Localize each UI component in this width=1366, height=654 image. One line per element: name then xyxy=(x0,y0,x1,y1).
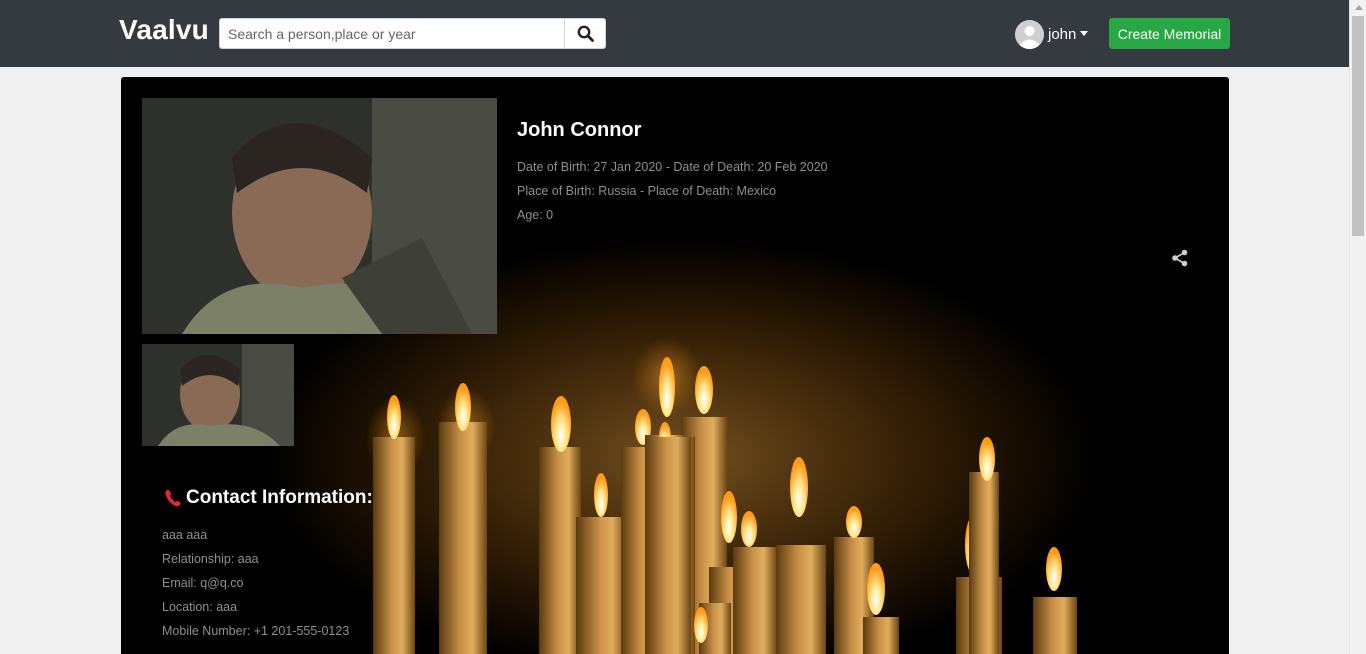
contact-header: Contact Information: xyxy=(163,487,373,509)
navbar: Vaalvu john Create Memorial xyxy=(0,0,1349,67)
portrait-image xyxy=(142,98,497,334)
contact-location: Location: aaa xyxy=(162,600,238,614)
scroll-up-arrow-icon[interactable] xyxy=(1355,5,1363,10)
memorial-thumbnail[interactable] xyxy=(142,344,294,446)
caret-down-icon xyxy=(1080,30,1089,36)
avatar xyxy=(1015,19,1044,49)
memorial-main-photo xyxy=(142,98,497,334)
search-bar xyxy=(219,18,606,49)
search-icon xyxy=(577,25,594,42)
contact-name: aaa aaa xyxy=(162,528,208,542)
user-menu-toggle[interactable]: john xyxy=(1015,19,1089,49)
contact-email: Email: q@q.co xyxy=(162,576,244,590)
user-avatar-icon xyxy=(1015,19,1044,49)
scroll-thumb[interactable] xyxy=(1352,16,1364,236)
memorial-dates: Date of Birth: 27 Jan 2020 - Date of Dea… xyxy=(517,160,828,174)
memorial-age: Age: 0 xyxy=(517,208,554,222)
thumbnail-image xyxy=(142,344,294,446)
memorial-places: Place of Birth: Russia - Place of Death:… xyxy=(517,184,777,198)
contact-mobile: Mobile Number: +1 201-555-0123 xyxy=(162,624,350,638)
phone-icon xyxy=(165,490,181,507)
contact-relationship: Relationship: aaa xyxy=(162,552,259,566)
memorial-card: John Connor Date of Birth: 27 Jan 2020 -… xyxy=(121,77,1229,654)
memorial-name: John Connor xyxy=(517,119,642,141)
share-icon[interactable] xyxy=(1171,249,1189,267)
page-scrollbar[interactable] xyxy=(1349,0,1366,654)
brand-logo[interactable]: Vaalvu xyxy=(119,14,209,46)
user-name: john xyxy=(1048,25,1077,43)
contact-title: Contact Information: xyxy=(186,487,373,508)
search-input[interactable] xyxy=(219,18,564,49)
create-memorial-button[interactable]: Create Memorial xyxy=(1109,18,1230,49)
search-button[interactable] xyxy=(564,18,606,49)
